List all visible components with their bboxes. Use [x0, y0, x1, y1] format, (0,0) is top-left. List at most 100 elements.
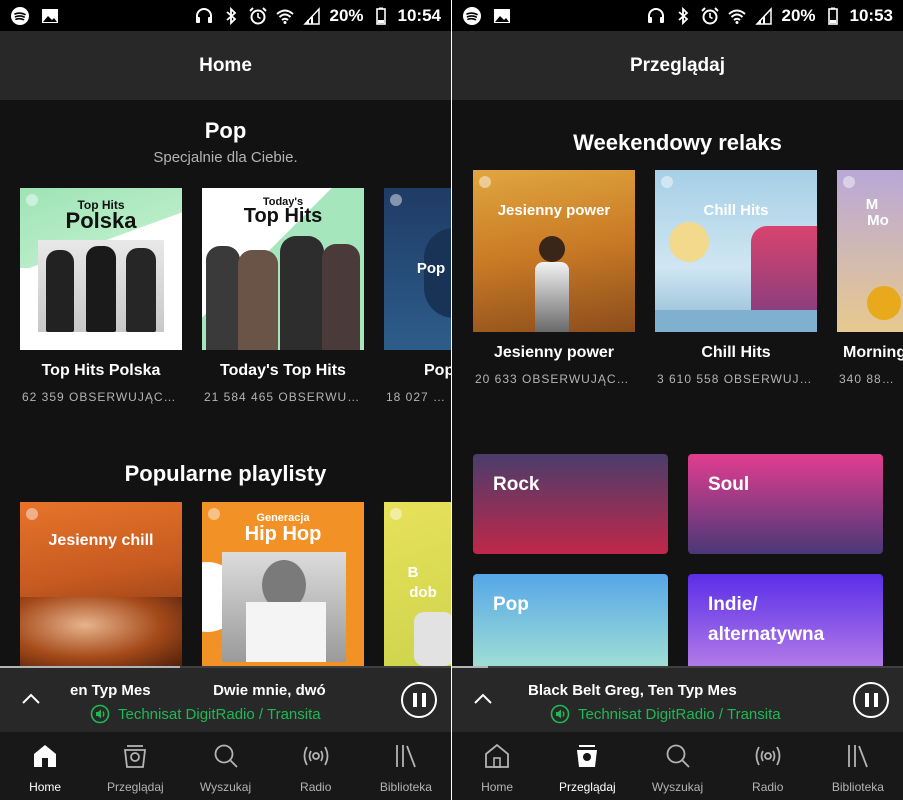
playlist-card-jesienny-power[interactable]: Jesienny power Jesienny power 20 633 OBS…	[473, 170, 635, 386]
genre-label: Soul	[708, 474, 750, 495]
search-icon	[214, 744, 238, 768]
nav-label: Biblioteka	[831, 780, 884, 794]
device-name: Technisat DigitRadio / Transita	[118, 705, 321, 723]
clock: 10:54	[397, 5, 441, 25]
pause-button[interactable]	[853, 682, 889, 718]
playlist-card-partial[interactable]: B dob	[384, 502, 451, 666]
now-playing-track: Black Belt Greg, Ten Typ Mes	[528, 682, 737, 699]
signal-icon	[303, 6, 321, 25]
now-playing-track: en Typ Mes Dwie mnie, dwó	[70, 682, 326, 699]
cover-title-line1: M	[865, 196, 879, 213]
nav-radio[interactable]: Radio	[723, 732, 813, 800]
mini-player[interactable]: Black Belt Greg, Ten Typ Mes Technisat D…	[452, 668, 903, 732]
playlist-followers: 18 027 OB	[386, 390, 451, 404]
wifi-icon	[276, 9, 295, 24]
wifi-icon	[728, 9, 747, 24]
playlist-title: Chill Hits	[701, 344, 771, 361]
connected-device[interactable]: Technisat DigitRadio / Transita	[550, 704, 781, 724]
home-icon	[34, 745, 57, 767]
nav-search[interactable]: Wyszukaj	[180, 732, 270, 800]
genre-tile-indie[interactable]: Indie/ alternatywna	[688, 574, 883, 668]
playlist-card-chill-hits[interactable]: Chill Hits Chill Hits 3 610 558 OBSERWUJ…	[655, 170, 817, 386]
playlist-card-top-hits-polska[interactable]: Top Hits Polska Top Hits Polska 62 359 O…	[20, 188, 182, 404]
cover-title-line2: Mo	[867, 212, 889, 229]
nav-label: Wyszukaj	[651, 780, 704, 794]
browse-icon	[577, 745, 598, 767]
spotify-icon	[11, 6, 29, 25]
connected-device[interactable]: Technisat DigitRadio / Transita	[90, 704, 321, 724]
nav-library[interactable]: Biblioteka	[813, 732, 903, 800]
battery-percent: 20%	[781, 5, 816, 25]
bluetooth-icon	[678, 6, 689, 25]
playlist-title: Top Hits Polska	[41, 362, 161, 379]
playlist-card-morning[interactable]: M Mo Morning 340 887 O	[837, 170, 903, 386]
playlist-title: Jesienny power	[493, 344, 615, 361]
playlist-followers: 21 584 465 OBSERWUJ...	[204, 390, 364, 404]
playlist-cover: Today's Top Hits	[202, 188, 364, 350]
nav-label: Wyszukaj	[199, 780, 252, 794]
bottom-nav: Home Przeglądaj Wyszukaj Radio Bibliotek…	[0, 732, 451, 800]
library-icon	[848, 745, 868, 768]
nav-label: Home	[481, 780, 514, 794]
cover-title: Jesienny power	[497, 202, 611, 219]
home-screen: 20% 10:54 Home Pop Specjalnie dla Ciebie…	[0, 0, 451, 800]
nav-label: Biblioteka	[379, 780, 432, 794]
cover-title: Jesienny chill	[48, 532, 154, 549]
nav-home[interactable]: Home	[0, 732, 90, 800]
cover-title-large: Polska	[65, 208, 137, 233]
bluetooth-icon	[226, 6, 237, 25]
home-icon	[485, 743, 509, 768]
nav-label: Home	[29, 780, 62, 794]
cover-title-large: Top Hits	[243, 205, 323, 227]
genre-tile-pop[interactable]: Pop	[473, 574, 668, 668]
section-subtitle: Specjalnie dla Ciebie.	[153, 149, 298, 166]
playlist-followers: 20 633 OBSERWUJĄCY...	[475, 372, 635, 386]
battery-percent: 20%	[329, 5, 364, 25]
page-title: Home	[0, 31, 451, 100]
cover-title: Chill Hits	[703, 202, 769, 219]
pause-button[interactable]	[401, 682, 437, 718]
browse-icon	[124, 745, 147, 768]
browse-screen: 20% 10:53 Przeglądaj Weekendowy relaks J…	[452, 0, 903, 800]
signal-icon	[755, 6, 773, 25]
alarm-icon	[249, 6, 268, 24]
genre-tile-soul[interactable]: Soul	[688, 454, 883, 554]
genre-label: Pop	[493, 594, 529, 615]
chevron-up-icon[interactable]	[20, 688, 42, 710]
cover-title-large: Hip Hop	[244, 523, 322, 545]
playlist-cover: M Mo	[837, 170, 903, 332]
nav-browse[interactable]: Przeglądaj	[542, 732, 632, 800]
playlist-card-jesienny-chill[interactable]: Jesienny chill	[20, 502, 182, 666]
nav-library[interactable]: Biblioteka	[361, 732, 451, 800]
section-title-popular: Popularne playlisty	[124, 461, 327, 486]
playlist-card-generacja-hip-hop[interactable]: Generacja Hip Hop	[202, 502, 364, 666]
playlist-card-todays-top-hits[interactable]: Today's Top Hits Today's Top Hits 21 584…	[202, 188, 364, 404]
mini-player[interactable]: en Typ Mes Dwie mnie, dwó Technisat Digi…	[0, 668, 451, 732]
nav-browse[interactable]: Przeglądaj	[90, 732, 180, 800]
playlist-followers: 340 887 O	[839, 372, 903, 386]
nav-home[interactable]: Home	[452, 732, 542, 800]
playlist-cover: Chill Hits	[655, 170, 817, 332]
page-title: Przeglądaj	[452, 31, 903, 100]
cover-title-line1: B	[407, 564, 419, 581]
playlist-card-pop[interactable]: Pop Pop 18 027 OB	[384, 188, 451, 404]
radio-icon	[303, 746, 329, 766]
genre-label: Indie/ alternatywna	[708, 594, 825, 645]
chevron-up-icon[interactable]	[472, 688, 494, 710]
cover-title-large: Pop	[416, 260, 446, 277]
nav-radio[interactable]: Radio	[271, 732, 361, 800]
nav-search[interactable]: Wyszukaj	[632, 732, 722, 800]
image-icon	[42, 8, 58, 23]
status-bar: 20% 10:53	[452, 0, 903, 31]
bottom-nav: Home Przeglądaj Wyszukaj Radio Bibliotek…	[452, 732, 903, 800]
nav-label: Przeglądaj	[106, 780, 164, 794]
status-bar: 20% 10:54	[0, 0, 451, 31]
playlist-cover: Pop	[384, 188, 451, 350]
nav-label: Radio	[300, 780, 332, 794]
playlist-cover: Jesienny power	[473, 170, 635, 332]
genre-tile-rock[interactable]: Rock	[473, 454, 668, 554]
spotify-icon	[463, 6, 481, 25]
alarm-icon	[701, 6, 720, 24]
genre-label: Rock	[493, 474, 540, 495]
playlist-title: Today's Top Hits	[220, 362, 346, 379]
